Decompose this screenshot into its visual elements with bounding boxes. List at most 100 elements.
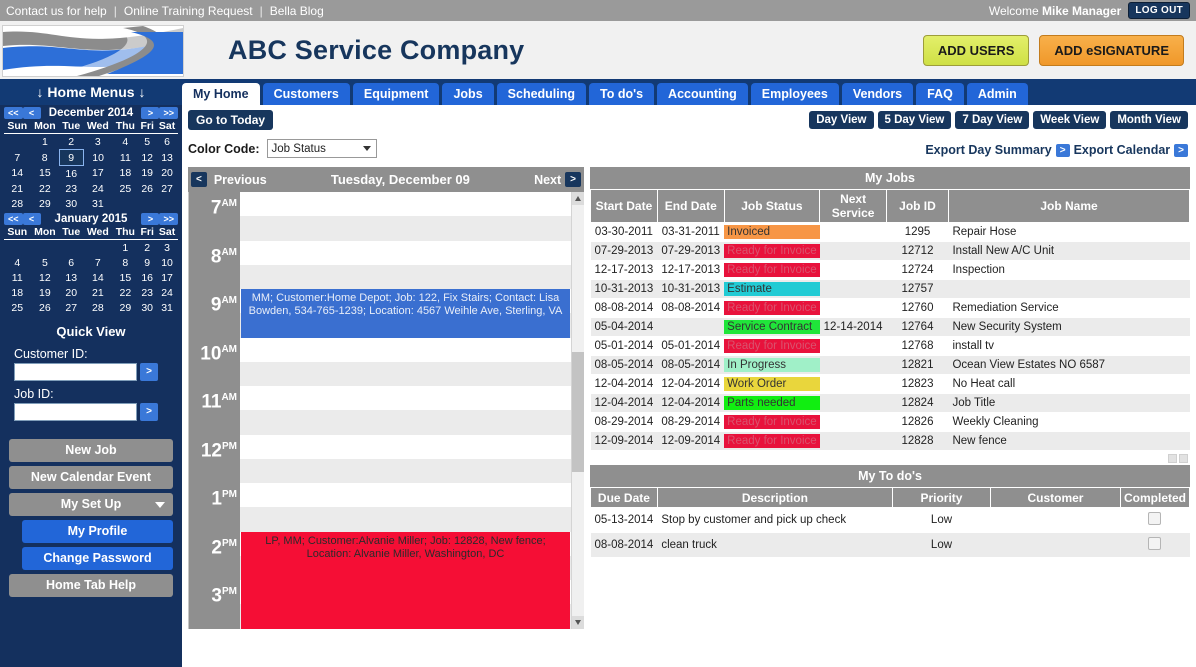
job-id-link[interactable]: 12824: [886, 393, 949, 413]
calendar-day-10[interactable]: 10: [83, 150, 112, 166]
view-button-week-view[interactable]: Week View: [1033, 111, 1107, 129]
prev-year-button[interactable]: <<: [4, 213, 23, 225]
job-id-link[interactable]: 12768: [886, 336, 949, 356]
job-id-link[interactable]: 12828: [886, 431, 949, 451]
tab-admin[interactable]: Admin: [966, 83, 1028, 105]
calendar-day-31[interactable]: 31: [83, 196, 112, 211]
calendar-event-0[interactable]: MM; Customer:Home Depot; Job: 122, Fix S…: [241, 289, 570, 338]
todo-description-link[interactable]: clean truck: [657, 532, 893, 558]
job-id-go-button[interactable]: >: [140, 403, 158, 421]
calendar-day-17[interactable]: 17: [83, 166, 112, 182]
calendar-day-19[interactable]: 19: [30, 285, 59, 300]
calendar-day-28[interactable]: 28: [83, 300, 112, 315]
jobs-table-row[interactable]: 12-04-2014 12-04-2014 Work Order 12823 No He…: [590, 374, 1190, 394]
jobs-column-header[interactable]: Start Date: [590, 189, 658, 223]
time-slot[interactable]: [240, 410, 571, 435]
time-slot[interactable]: [240, 386, 571, 411]
next-day-label[interactable]: Next: [534, 173, 561, 187]
calendar-day-12[interactable]: 12: [30, 270, 59, 285]
next-year-button[interactable]: >>: [159, 213, 178, 225]
todos-table-row[interactable]: 08-08-2014 clean truck Low: [590, 532, 1190, 558]
prev-month-button[interactable]: <: [22, 213, 41, 225]
job-id-link[interactable]: 12724: [886, 260, 949, 280]
calendar-scrollbar[interactable]: [571, 192, 584, 629]
contact-us-link[interactable]: Contact us for help: [6, 4, 107, 18]
calendar-day-25[interactable]: 25: [4, 300, 30, 315]
jobs-table-row[interactable]: 07-29-2013 07-29-2013 Ready for Invoice 127…: [590, 241, 1190, 261]
resize-handle-b[interactable]: [1179, 454, 1188, 463]
sidebar-button-new-job[interactable]: New Job: [9, 439, 173, 462]
time-slot[interactable]: [240, 192, 571, 217]
color-code-select[interactable]: Job Status: [266, 139, 377, 158]
jobs-table-row[interactable]: 12-04-2014 12-04-2014 Parts needed 12824 Job…: [590, 393, 1190, 413]
job-id-link[interactable]: 12823: [886, 374, 949, 394]
jobs-table-row[interactable]: 03-30-2011 03-31-2011 Invoiced 1295 Repair H…: [590, 222, 1190, 242]
export-day-summary-arrow[interactable]: >: [1055, 143, 1070, 157]
time-slot[interactable]: [240, 507, 571, 532]
time-slot[interactable]: [240, 240, 571, 265]
job-id-link[interactable]: 12757: [886, 279, 949, 299]
todos-column-header[interactable]: Due Date: [590, 487, 658, 508]
add-esignature-button[interactable]: ADD eSIGNATURE: [1039, 34, 1184, 66]
view-button-5-day-view[interactable]: 5 Day View: [877, 111, 952, 129]
jobs-column-header[interactable]: Job ID: [885, 189, 949, 223]
bella-blog-link[interactable]: Bella Blog: [270, 4, 324, 18]
todos-table-row[interactable]: 05-13-2014 Stop by customer and pick up c…: [590, 507, 1190, 533]
job-id-link[interactable]: 12712: [886, 241, 949, 261]
calendar-day-23[interactable]: 23: [138, 285, 156, 300]
calendar-day-29[interactable]: 29: [30, 196, 59, 211]
calendar-day-13[interactable]: 13: [59, 270, 83, 285]
job-id-link[interactable]: 1295: [886, 222, 949, 242]
calendar-day-30[interactable]: 30: [138, 300, 156, 315]
calendar-day-14[interactable]: 14: [83, 270, 112, 285]
todos-column-header[interactable]: Customer: [989, 487, 1121, 508]
prev-year-button[interactable]: <<: [4, 107, 23, 119]
calendar-day-14[interactable]: 14: [4, 166, 30, 182]
sidebar-button-change-password[interactable]: Change Password: [22, 547, 173, 570]
tab-employees[interactable]: Employees: [750, 83, 839, 105]
todos-column-header[interactable]: Completed: [1119, 487, 1191, 508]
tab-to-do-s[interactable]: To do's: [589, 83, 655, 105]
time-slot[interactable]: [240, 434, 571, 459]
calendar-day-4[interactable]: 4: [4, 255, 30, 270]
calendar-day-13[interactable]: 13: [156, 150, 178, 166]
go-to-today-button[interactable]: Go to Today: [188, 110, 274, 130]
online-training-request-link[interactable]: Online Training Request: [124, 4, 253, 18]
calendar-day-16[interactable]: 16: [138, 270, 156, 285]
view-button-month-view[interactable]: Month View: [1110, 111, 1188, 129]
export-day-summary-link[interactable]: Export Day Summary: [925, 143, 1051, 157]
tab-customers[interactable]: Customers: [262, 83, 350, 105]
jobs-table-row[interactable]: 12-09-2014 12-09-2014 Ready for Invoice 128…: [590, 431, 1190, 451]
calendar-day-11[interactable]: 11: [4, 270, 30, 285]
time-slot[interactable]: [240, 337, 571, 362]
job-id-input[interactable]: [14, 403, 137, 421]
calendar-day-18[interactable]: 18: [113, 166, 139, 182]
calendar-day-3[interactable]: 3: [156, 240, 178, 256]
add-users-button[interactable]: ADD USERS: [922, 34, 1030, 66]
calendar-day-18[interactable]: 18: [4, 285, 30, 300]
jobs-table-row[interactable]: 12-17-2013 12-17-2013 Ready for Invoice 127…: [590, 260, 1190, 280]
calendar-day-11[interactable]: 11: [113, 150, 139, 166]
calendar-day-4[interactable]: 4: [113, 134, 139, 150]
calendar-day-21[interactable]: 21: [4, 181, 30, 196]
export-calendar-arrow[interactable]: >: [1174, 143, 1188, 157]
calendar-day-6[interactable]: 6: [156, 134, 178, 150]
time-slot[interactable]: [240, 458, 571, 483]
job-id-link[interactable]: 12760: [886, 298, 949, 318]
jobs-column-header[interactable]: Job Name: [947, 189, 1191, 223]
previous-day-arrow[interactable]: <: [191, 172, 207, 187]
job-id-link[interactable]: 12821: [886, 355, 949, 375]
calendar-day-28[interactable]: 28: [4, 196, 30, 211]
calendar-day-8[interactable]: 8: [30, 150, 59, 166]
calendar-event-1[interactable]: LP, MM; Customer:Alvanie Miller; Job: 12…: [241, 531, 570, 629]
calendar-day-15[interactable]: 15: [113, 270, 139, 285]
calendar-day-5[interactable]: 5: [30, 255, 59, 270]
export-calendar-link[interactable]: Export Calendar: [1074, 143, 1171, 157]
calendar-day-27[interactable]: 27: [156, 181, 178, 196]
sidebar-button-my-profile[interactable]: My Profile: [22, 520, 173, 543]
calendar-day-1[interactable]: 1: [113, 240, 139, 256]
jobs-table-row[interactable]: 10-31-2013 10-31-2013 Estimate 12757: [590, 279, 1190, 299]
job-id-link[interactable]: 12826: [886, 412, 949, 432]
logout-button[interactable]: LOG OUT: [1128, 2, 1190, 19]
jobs-table-row[interactable]: 05-04-2014 Service Contract 12-14-2014 1276…: [590, 317, 1190, 337]
